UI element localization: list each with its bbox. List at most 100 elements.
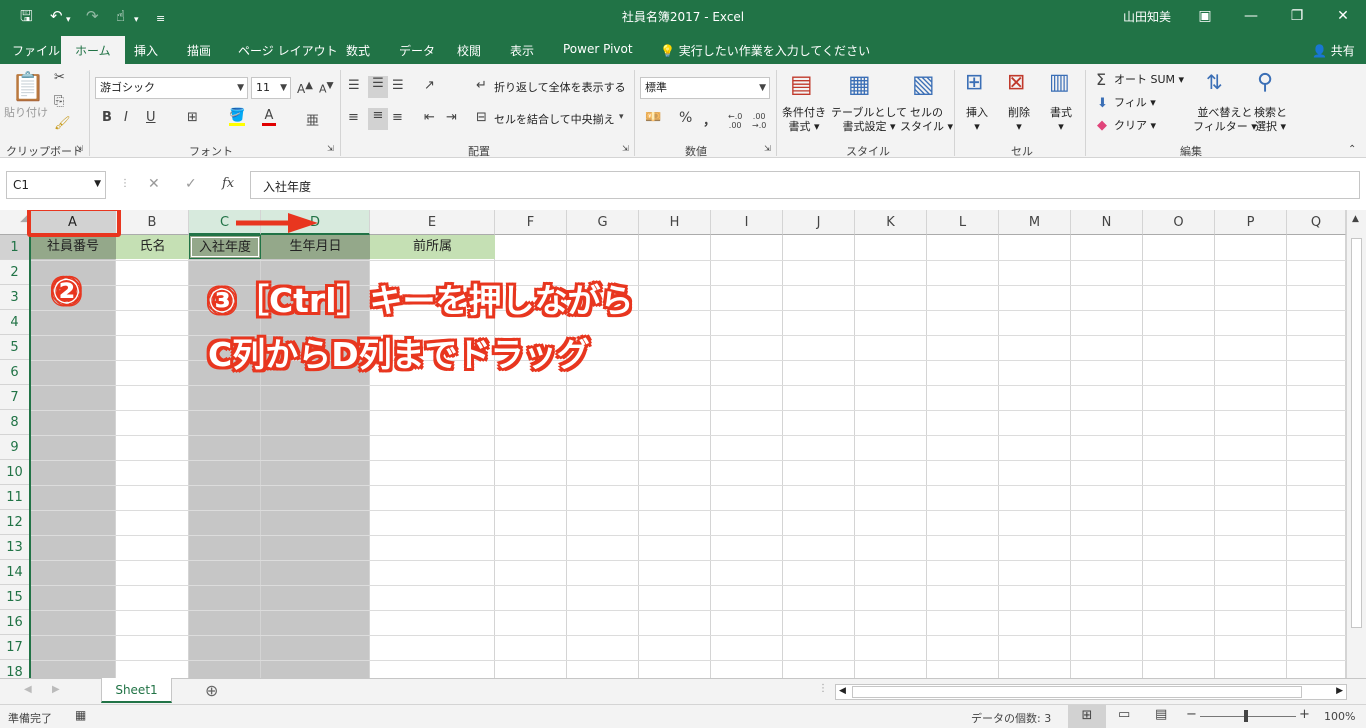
column-header-n[interactable]: N (1071, 210, 1143, 235)
cell-styles-button[interactable]: セルの スタイル ▾ (900, 106, 953, 134)
accounting-format-icon[interactable]: 💴 (645, 110, 661, 125)
column-header-j[interactable]: J (783, 210, 855, 235)
tab-view[interactable]: 表示 (510, 42, 534, 59)
macro-record-icon[interactable]: ▦ (75, 708, 86, 722)
row-header-3[interactable]: 3 (0, 285, 30, 310)
orientation-icon[interactable]: ↗ (424, 78, 435, 93)
restore-icon[interactable]: ❐ (1282, 4, 1312, 28)
enter-icon[interactable]: ✓ (185, 176, 197, 192)
sheet-tab-sheet1[interactable]: Sheet1 (101, 678, 172, 703)
cut-icon[interactable]: ✂ (54, 70, 65, 85)
collapse-ribbon-icon[interactable]: ⌃ (1348, 144, 1356, 155)
row-header-18[interactable]: 18 (0, 660, 30, 678)
vertical-scrollbar[interactable]: ▲ (1346, 210, 1366, 678)
row-header-16[interactable]: 16 (0, 610, 30, 635)
merge-icon[interactable]: ⊟ (476, 110, 487, 125)
cell-c1[interactable]: 入社年度 (189, 235, 261, 259)
decrease-decimal-icon[interactable]: .00 →.0 (752, 112, 766, 130)
delete-cells-button[interactable]: 削除 ▾ (1008, 106, 1030, 134)
tab-data[interactable]: データ (399, 42, 435, 59)
zoom-slider[interactable] (1200, 716, 1296, 717)
number-format-combo[interactable]: 標準 ▼ (640, 77, 770, 99)
tab-insert[interactable]: 挿入 (134, 42, 158, 59)
format-as-table-button[interactable]: テーブルとして 書式設定 ▾ (831, 106, 907, 134)
eraser-icon[interactable]: ◆ (1097, 118, 1107, 133)
row-header-14[interactable]: 14 (0, 560, 30, 585)
column-header-q[interactable]: Q (1287, 210, 1346, 235)
prev-sheet-icon[interactable]: ◀ (24, 684, 32, 695)
horizontal-scrollbar[interactable]: ◀ ▶ (835, 684, 1347, 700)
find-select-icon[interactable]: ⚲ (1257, 70, 1273, 95)
copy-icon[interactable]: ⎘ (54, 94, 64, 109)
wrap-text-button[interactable]: 折り返して全体を表示する (494, 81, 626, 95)
column-h-cells[interactable] (639, 235, 711, 678)
cancel-icon[interactable]: ✕ (148, 176, 160, 192)
column-q-cells[interactable] (1287, 235, 1346, 678)
alignment-launcher-icon[interactable]: ⇲ (622, 144, 629, 153)
decrease-font-icon[interactable]: A▼ (319, 80, 334, 96)
column-header-h[interactable]: H (639, 210, 711, 235)
chevron-down-icon[interactable]: ▾ (619, 112, 624, 122)
row-header-9[interactable]: 9 (0, 435, 30, 460)
wrap-text-icon[interactable]: ↵ (476, 78, 487, 93)
column-header-e[interactable]: E (370, 210, 495, 235)
row-header-15[interactable]: 15 (0, 585, 30, 610)
row-header-4[interactable]: 4 (0, 310, 30, 335)
insert-function-icon[interactable]: fx (222, 176, 234, 191)
tab-formulas[interactable]: 数式 (346, 42, 370, 59)
insert-cells-icon[interactable]: ⊞ (965, 70, 983, 95)
close-icon[interactable]: ✕ (1328, 4, 1358, 28)
cell-e1[interactable]: 前所属 (370, 235, 495, 259)
zoom-slider-thumb[interactable] (1244, 710, 1248, 722)
format-cells-icon[interactable]: ▥ (1049, 70, 1070, 95)
zoom-level[interactable]: 100% (1324, 710, 1355, 723)
decrease-indent-icon[interactable]: ⇤ (424, 110, 435, 125)
increase-decimal-icon[interactable]: ←.0.00 (728, 112, 742, 130)
row-header-6[interactable]: 6 (0, 360, 30, 385)
column-header-m[interactable]: M (999, 210, 1071, 235)
conditional-format-button[interactable]: 条件付き 書式 ▾ (782, 106, 826, 134)
scroll-left-icon[interactable]: ◀ (839, 686, 846, 696)
scroll-right-icon[interactable]: ▶ (1336, 686, 1343, 696)
formula-input[interactable]: 入社年度 (250, 171, 1360, 199)
bold-button[interactable]: B (102, 110, 112, 125)
split-handle-icon[interactable]: ⋮ (818, 683, 828, 694)
comma-style-button[interactable]: ， (703, 110, 716, 129)
ribbon-display-options-icon[interactable]: ▣ (1190, 4, 1220, 28)
column-header-b[interactable]: B (116, 210, 189, 235)
row-header-12[interactable]: 12 (0, 510, 30, 535)
find-select-button[interactable]: 検索と 選択 ▾ (1254, 106, 1287, 134)
worksheet-grid[interactable]: ◢ A B C D E F G H I J K L M N O P Q 社員番号… (0, 210, 1366, 678)
name-box[interactable]: C1 ▼ (6, 171, 106, 199)
column-m-cells[interactable] (999, 235, 1071, 678)
row-header-2[interactable]: 2 (0, 260, 30, 285)
merge-center-button[interactable]: セルを結合して中央揃え (494, 113, 615, 127)
increase-font-icon[interactable]: A▲ (297, 80, 313, 96)
column-header-f[interactable]: F (495, 210, 567, 235)
page-break-view-icon[interactable]: ▤ (1155, 707, 1167, 722)
row-header-10[interactable]: 10 (0, 460, 30, 485)
autosum-button[interactable]: オート SUM ▾ (1114, 73, 1184, 87)
column-o-cells[interactable] (1143, 235, 1215, 678)
italic-button[interactable]: I (124, 110, 128, 125)
cell-styles-icon[interactable]: ▧ (912, 70, 935, 98)
fill-color-icon[interactable]: 🪣 (229, 108, 245, 126)
row-header-5[interactable]: 5 (0, 335, 30, 360)
row-header-8[interactable]: 8 (0, 410, 30, 435)
phonetic-icon[interactable]: 亜 (306, 110, 319, 129)
column-j-cells[interactable] (783, 235, 855, 678)
fill-button[interactable]: フィル ▾ (1114, 96, 1156, 110)
column-header-i[interactable]: I (711, 210, 783, 235)
align-right-icon[interactable]: ≡ (392, 110, 403, 125)
font-name-combo[interactable]: 游ゴシック ▼ (95, 77, 248, 99)
sort-filter-icon[interactable]: ⇅ (1206, 70, 1223, 94)
cell-b1[interactable]: 氏名 (116, 235, 189, 259)
align-top-icon[interactable]: ☰ (348, 78, 360, 93)
fill-icon[interactable]: ⬇ (1097, 96, 1108, 111)
column-b-cells[interactable] (116, 235, 189, 678)
font-launcher-icon[interactable]: ⇲ (327, 144, 334, 153)
tab-power-pivot[interactable]: Power Pivot (563, 42, 633, 56)
row-header-7[interactable]: 7 (0, 385, 30, 410)
clipboard-launcher-icon[interactable]: ⇲ (76, 144, 83, 153)
underline-button[interactable]: U (146, 110, 156, 125)
